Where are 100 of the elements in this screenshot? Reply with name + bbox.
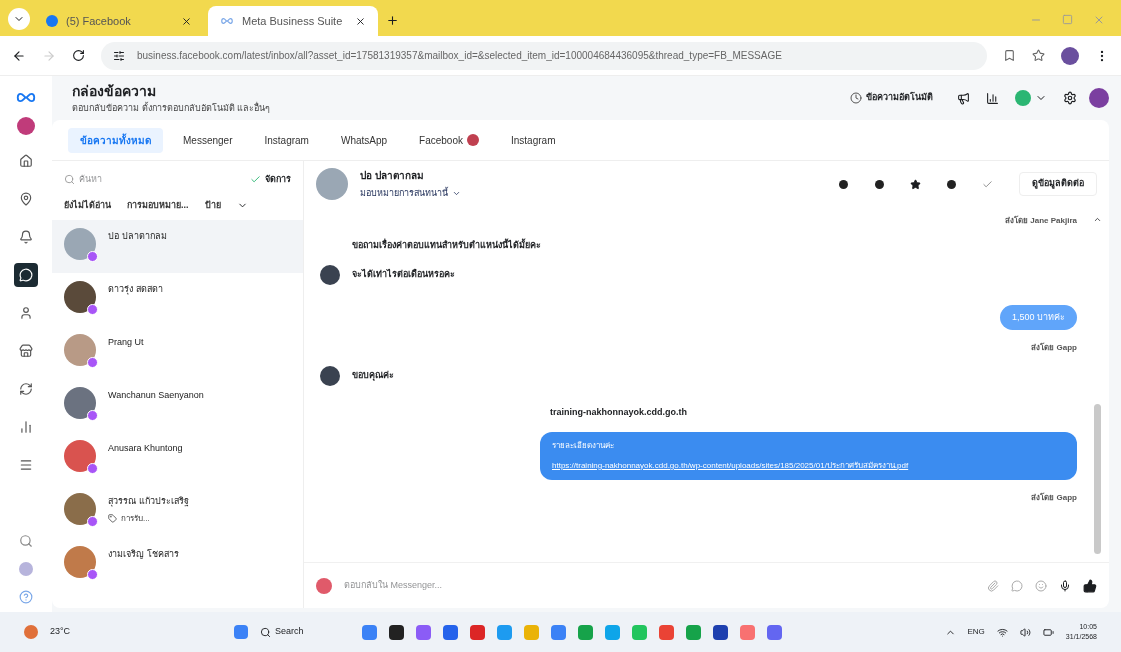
scrollbar-thumb[interactable] [1093,404,1101,554]
message-text: ขอถามเรื่องค่าตอบแทนสำหรับตำแหน่งนี้ได้มั้ยคะ [352,239,541,252]
browser-tab[interactable]: (5) Facebook [34,6,204,36]
conversation-item[interactable]: งามเจริญ โชคสาร [52,538,303,591]
taskbar-app-icon[interactable] [389,624,405,640]
channel-tab[interactable]: Instagram [499,127,568,153]
profile-avatar[interactable] [1061,46,1079,65]
megaphone-icon[interactable] [957,91,970,105]
contact-name: สุวรรณ แก้วประเสริฐ [108,495,189,509]
channel-tab[interactable]: Facebook [407,127,491,153]
photo-placeholder [64,281,96,313]
site-settings-icon[interactable] [113,49,125,62]
browser-tab[interactable]: Meta Business Suite [208,6,378,36]
reply-field[interactable]: ตอบกลับใน Messenger... [344,578,975,593]
notification-badge [467,134,479,146]
person-icon [19,306,33,320]
conversation-item[interactable]: สุวรรณ แก้วประเสริฐ การรับ... [52,485,303,538]
attach-icon[interactable] [987,579,999,592]
sender-label: ส่งโดย Gapp [1031,342,1077,354]
avatar [320,366,340,386]
channel-tab[interactable]: ข้อความทั้งหมด [68,127,163,153]
like-icon[interactable] [1083,578,1097,593]
facebook-icon [46,15,58,27]
page-avatar [316,577,332,594]
star-icon[interactable] [1032,49,1045,62]
search-icon[interactable] [19,534,33,548]
message-bubble: 1,500 บาทค่ะ [999,304,1077,330]
notify-icon [19,230,33,244]
photo-placeholder [316,168,348,200]
channel-tab[interactable]: Messenger [171,127,245,153]
contact-name: Prang Ut [108,336,144,349]
conversation-item[interactable]: Wanchanun Saenyanon [52,379,303,432]
infinity-icon[interactable] [220,17,234,25]
tab-title: Meta Business Suite [242,13,344,29]
filter-button[interactable]: การมอบหมาย... [127,198,189,212]
reload-icon[interactable] [72,49,85,62]
conversation-item[interactable]: ปอ ปลาตากลม [52,220,303,273]
back-icon[interactable] [12,48,26,63]
tag-icon [108,514,117,523]
close-icon[interactable] [181,15,192,27]
sender-label: ส่งโดย Gapp [1031,491,1077,504]
mic-icon[interactable] [1059,579,1071,592]
filter-button[interactable]: ยังไม่ได้อ่าน [64,198,111,212]
taskbar-app-icon[interactable] [713,624,729,640]
windows-start-icon[interactable] [234,625,249,639]
channel-tab[interactable]: Instagram [252,127,321,153]
scroll-up-icon[interactable] [1092,215,1102,224]
conversation-item[interactable]: Prang Ut [52,326,303,379]
weather-text: 23°C [50,625,71,639]
address-bar[interactable]: business.facebook.com/latest/inbox/all?asset_id=17581319357&mailbox_id=&selected_item_id=100004684436095&thread_type=FB_MESSAGE [101,41,987,70]
photo-placeholder [64,228,96,260]
auto-reply-button[interactable]: ข้อความอัตโนมัติ [842,91,941,105]
messenger-icon [87,463,98,474]
message-text: จะได้เท่าไรต่อเดือนหรอคะ [352,267,455,281]
new-tab-icon[interactable] [386,14,399,27]
bookmark-icon[interactable] [1003,49,1016,62]
contact-name: ปอ ปลาตากลม [108,230,167,243]
contact-info-button[interactable]: ดูข้อมูลติดต่อ [1019,172,1097,196]
messenger-icon [87,516,98,527]
messenger-icon [87,569,98,580]
nav-inbox-button[interactable] [14,263,38,287]
inbox-icon [19,268,33,282]
photo-placeholder [64,546,96,578]
account-avatar[interactable] [1015,90,1031,106]
tab-search-button[interactable] [8,8,30,30]
conversation-item[interactable]: ดาวรุ่ง สดสดา [52,273,303,326]
battery-icon[interactable] [1042,626,1054,638]
wifi-icon[interactable] [996,626,1008,638]
filter-button[interactable]: ป้าย [204,198,221,212]
settings-icon[interactable] [1063,91,1077,105]
sync-icon [19,382,33,396]
help-icon[interactable] [19,590,33,604]
menu-icon [19,458,33,472]
channel-tab[interactable]: WhatsApp [328,127,400,153]
profile-avatar[interactable] [1089,88,1109,108]
search-field[interactable]: ค้นหา [79,173,179,187]
photo-placeholder [64,493,96,525]
assign-dropdown[interactable]: มอบหมายการสนทนานี้ [360,186,461,201]
messenger-icon [87,304,98,315]
messenger-icon [87,357,98,368]
volume-icon[interactable] [1019,626,1031,638]
pin-icon [19,192,33,206]
taskbar-search[interactable]: Search [260,625,351,639]
conversation-item[interactable]: Anusara Khuntong [52,432,303,485]
caret-icon [452,189,461,198]
chart-icon [19,420,33,434]
page-avatar[interactable] [17,117,35,135]
manage-button[interactable]: จัดการ [250,173,291,187]
message-text: รายละเอียดงานค่ะ [552,439,615,452]
conversation-tag: การรับ... [108,512,189,525]
sender-label: ส่งโดย Jane Pakjira [1005,215,1077,227]
page-subtitle: ตอบกลับข้อความ ตั้งการตอบกลับอัตโนมัติ และอื่นๆ [72,101,270,115]
lang-indicator[interactable]: ENG [967,626,985,638]
close-icon[interactable] [355,15,366,27]
photo-placeholder [64,440,96,472]
contact-name: Wanchanun Saenyanon [108,389,204,402]
chart-icon[interactable] [986,91,999,105]
link-preview-title[interactable]: training-nakhonnayok.cdd.go.th [550,406,1077,420]
meta-logo[interactable] [15,92,37,103]
contact-name: งามเจริญ โชคสาร [108,548,179,561]
